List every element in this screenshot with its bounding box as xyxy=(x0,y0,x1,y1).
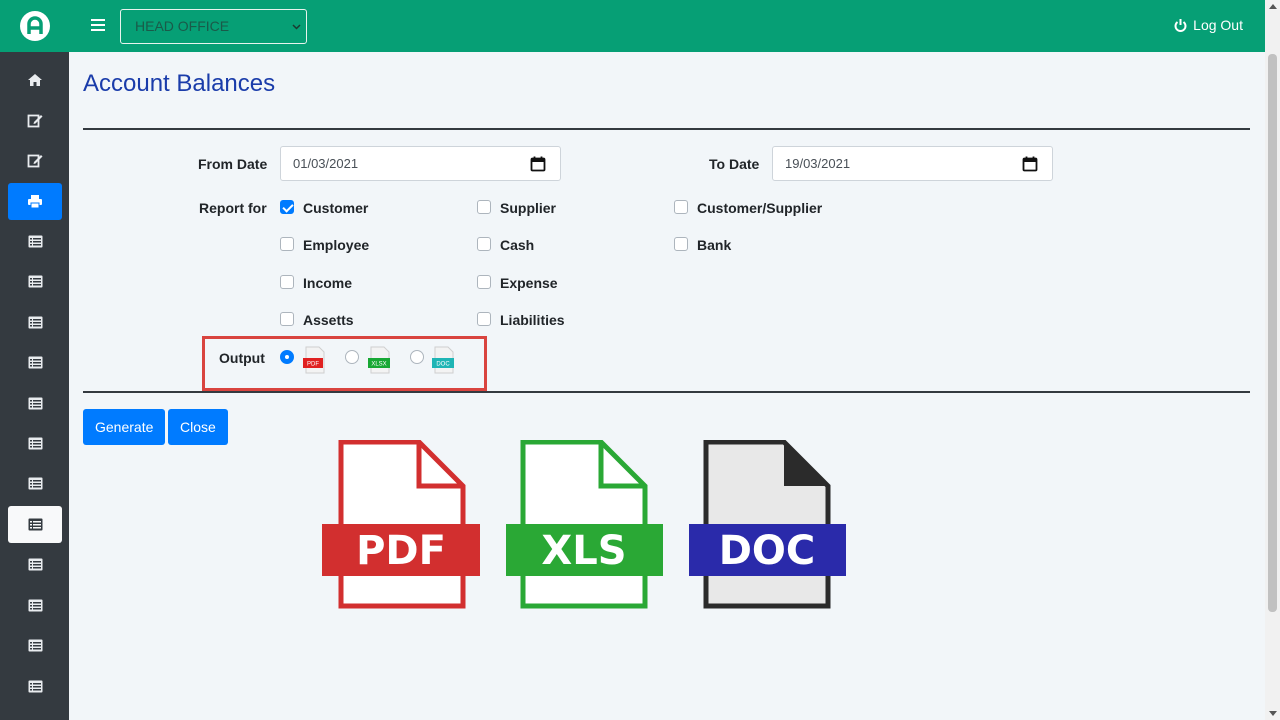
large-pdf-icon: PDF xyxy=(322,440,480,609)
list-icon xyxy=(28,316,42,329)
sidebar-item-list-9[interactable] xyxy=(8,546,62,583)
radio-output-pdf[interactable] xyxy=(280,350,294,364)
sidebar-item-list-4[interactable] xyxy=(8,344,62,381)
from-date-label: From Date xyxy=(198,156,268,172)
report-for-label: Report for xyxy=(199,200,267,216)
generate-button[interactable]: Generate xyxy=(83,409,166,445)
scroll-thumb[interactable] xyxy=(1268,54,1277,612)
radio-output-xlsx[interactable] xyxy=(345,350,359,364)
calendar-icon[interactable] xyxy=(1022,156,1038,172)
large-doc-icon: DOC xyxy=(689,440,846,609)
app-logo xyxy=(19,11,50,41)
sidebar xyxy=(0,0,69,720)
list-icon xyxy=(28,639,42,652)
sidebar-item-list-5[interactable] xyxy=(8,385,62,422)
power-icon xyxy=(1174,18,1187,32)
list-icon xyxy=(28,518,42,531)
sidebar-item-list-10[interactable] xyxy=(8,587,62,624)
print-icon xyxy=(28,195,42,209)
checkbox-customer-supplier[interactable] xyxy=(674,200,688,214)
checkbox-label-cash: Cash xyxy=(500,237,535,253)
list-icon xyxy=(28,558,42,571)
checkbox-bank[interactable] xyxy=(674,237,688,251)
checkbox-supplier[interactable] xyxy=(477,200,491,214)
branch-select[interactable]: HEAD OFFICE xyxy=(120,9,307,44)
list-icon xyxy=(28,397,42,410)
from-date-input[interactable]: 01/03/2021 xyxy=(280,146,561,181)
doc-file-icon: DOC xyxy=(432,346,454,374)
to-date-value: 19/03/2021 xyxy=(785,156,851,171)
checkbox-label-supplier: Supplier xyxy=(500,200,557,216)
edit-icon xyxy=(27,154,43,167)
calendar-icon[interactable] xyxy=(530,156,546,172)
list-icon xyxy=(28,680,42,693)
sidebar-item-list-2[interactable] xyxy=(8,263,62,300)
list-icon xyxy=(28,235,42,248)
pdf-file-label: PDF xyxy=(307,362,319,368)
checkbox-label-income: Income xyxy=(303,275,353,291)
menu-toggle-icon[interactable] xyxy=(91,19,105,33)
sidebar-item-reports[interactable] xyxy=(8,183,62,220)
scroll-down-icon[interactable] xyxy=(1269,711,1277,716)
checkbox-customer[interactable] xyxy=(280,200,294,214)
list-icon xyxy=(28,356,42,369)
sidebar-item-edit-2[interactable] xyxy=(8,141,62,178)
sidebar-item-edit-1[interactable] xyxy=(8,101,62,138)
checkbox-label-customer: Customer xyxy=(303,200,369,216)
topbar: HEAD OFFICE Log Out xyxy=(69,0,1265,52)
logout-label: Log Out xyxy=(1193,17,1243,33)
divider-bottom xyxy=(83,391,1250,393)
scroll-up-icon[interactable] xyxy=(1269,4,1277,9)
home-icon xyxy=(28,73,42,86)
logo-area[interactable] xyxy=(0,0,69,52)
xlsx-file-label: XLSX xyxy=(371,362,386,368)
to-date-label: To Date xyxy=(709,156,760,172)
list-icon xyxy=(28,599,42,612)
radio-output-doc[interactable] xyxy=(410,350,424,364)
to-date-input[interactable]: 19/03/2021 xyxy=(772,146,1053,181)
large-xls-icon: XLS xyxy=(506,440,663,609)
sidebar-item-list-3[interactable] xyxy=(8,304,62,341)
sidebar-item-list-8[interactable] xyxy=(8,506,62,543)
divider-top xyxy=(83,128,1250,130)
output-label: Output xyxy=(219,350,265,366)
page-title: Account Balances xyxy=(83,70,276,97)
page-scrollbar[interactable] xyxy=(1265,0,1280,720)
doc-file-label: DOC xyxy=(436,362,450,368)
from-date-value: 01/03/2021 xyxy=(293,156,359,171)
checkbox-label-liabilities: Liabilities xyxy=(500,312,565,328)
sidebar-item-list-6[interactable] xyxy=(8,425,62,462)
checkbox-label-customer-supplier: Customer/Supplier xyxy=(697,200,823,216)
checkbox-label-bank: Bank xyxy=(697,237,732,253)
list-icon xyxy=(28,437,42,450)
large-doc-label: DOC xyxy=(719,528,816,574)
edit-icon xyxy=(27,114,43,127)
checkbox-income[interactable] xyxy=(280,275,294,289)
checkbox-cash[interactable] xyxy=(477,237,491,251)
pdf-file-icon: PDF xyxy=(303,346,325,374)
checkbox-employee[interactable] xyxy=(280,237,294,251)
xlsx-file-icon: XLSX xyxy=(368,346,390,374)
list-icon xyxy=(28,275,42,288)
list-icon xyxy=(28,477,42,490)
checkbox-liabilities[interactable] xyxy=(477,312,491,326)
checkbox-label-assetts: Assetts xyxy=(303,312,354,328)
checkbox-assetts[interactable] xyxy=(280,312,294,326)
logout-button[interactable]: Log Out xyxy=(1173,17,1243,33)
close-button[interactable]: Close xyxy=(168,409,228,445)
sidebar-item-list-1[interactable] xyxy=(8,223,62,260)
sidebar-item-list-12[interactable] xyxy=(8,668,62,705)
sidebar-item-home[interactable] xyxy=(8,61,62,98)
chevron-down-icon xyxy=(292,24,301,30)
large-pdf-label: PDF xyxy=(356,528,446,574)
sidebar-item-list-7[interactable] xyxy=(8,465,62,502)
checkbox-label-expense: Expense xyxy=(500,275,558,291)
checkbox-label-employee: Employee xyxy=(303,237,370,253)
large-xls-label: XLS xyxy=(541,528,626,574)
sidebar-item-list-11[interactable] xyxy=(8,627,62,664)
checkbox-expense[interactable] xyxy=(477,275,491,289)
branch-select-value: HEAD OFFICE xyxy=(135,18,230,34)
